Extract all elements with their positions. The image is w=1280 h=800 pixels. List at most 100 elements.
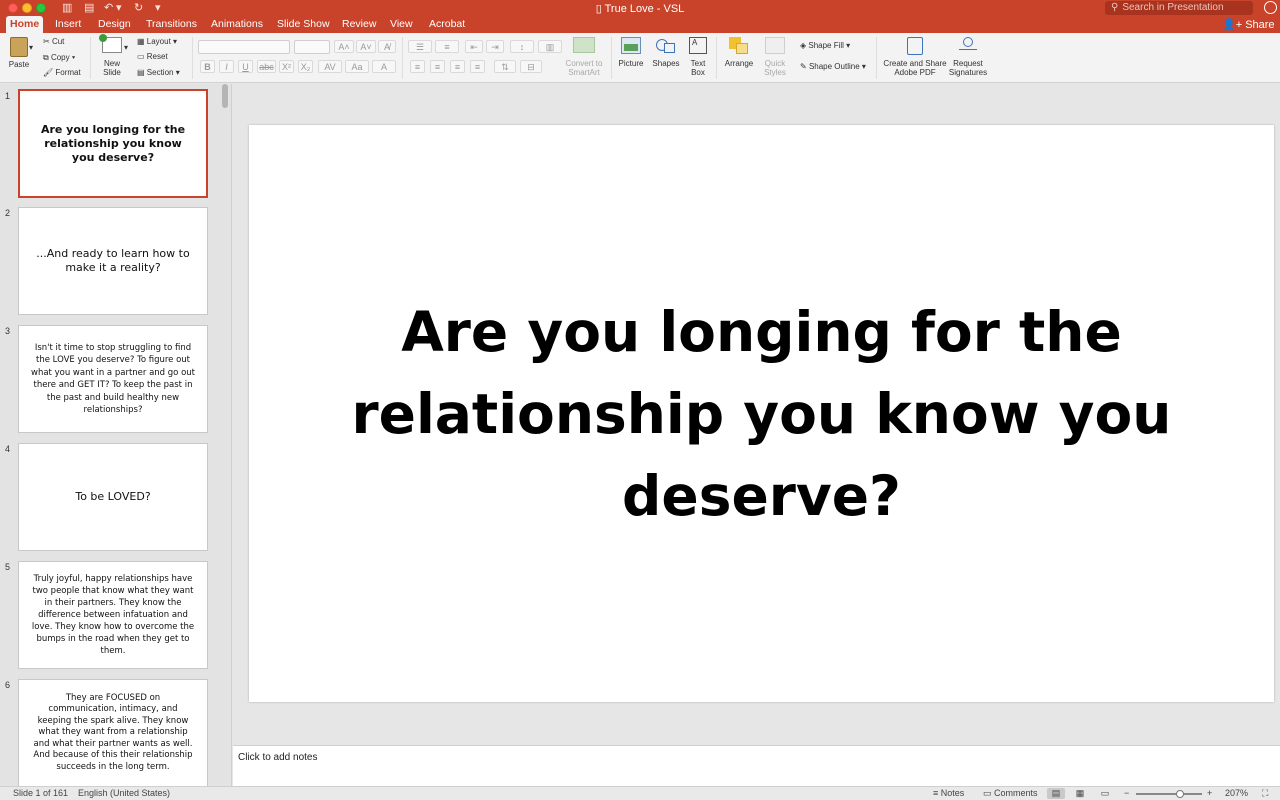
font-color-icon[interactable]: A bbox=[372, 60, 396, 73]
slide-thumbnail-pane[interactable]: 1 Are you longing for the relationship y… bbox=[0, 84, 232, 786]
zoom-slider-handle[interactable] bbox=[1176, 790, 1184, 798]
bullets-icon[interactable]: ☰ bbox=[408, 40, 432, 53]
align-text-icon[interactable]: ⊟ bbox=[520, 60, 542, 73]
copy-icon: ⧉ bbox=[43, 53, 51, 62]
paste-button[interactable]: Paste bbox=[6, 37, 32, 69]
fit-to-window-icon[interactable]: ⛶ bbox=[1262, 787, 1268, 800]
superscript-icon[interactable]: X² bbox=[279, 60, 294, 73]
create-share-pdf-button[interactable]: Create and Share Adobe PDF bbox=[882, 37, 948, 77]
window-title: True Love - VSL bbox=[604, 3, 685, 15]
ribbon-tabs: Home Insert Design Transitions Animation… bbox=[0, 16, 1280, 33]
quick-styles-button[interactable]: Quick Styles bbox=[760, 37, 790, 77]
text-box-label-1: Text bbox=[690, 59, 706, 68]
paintbrush-icon: 🖌 bbox=[43, 68, 56, 77]
strikethrough-icon[interactable]: abc bbox=[257, 60, 276, 73]
copy-button[interactable]: ⧉ Copy ▾ bbox=[43, 53, 75, 63]
reset-icon: ▭ bbox=[137, 52, 147, 61]
zoom-in-icon[interactable]: + bbox=[1207, 787, 1212, 800]
reading-view-icon[interactable]: ▭ bbox=[1096, 788, 1114, 799]
slide-title-text[interactable]: Are you longing for the relationship you… bbox=[352, 291, 1172, 537]
arrange-button[interactable]: Arrange bbox=[722, 37, 756, 68]
italic-icon[interactable]: I bbox=[219, 60, 234, 73]
notes-label: Notes bbox=[940, 788, 965, 798]
font-size-select[interactable] bbox=[294, 40, 330, 54]
request-signatures-button[interactable]: Request Signatures bbox=[948, 37, 988, 77]
font-name-select[interactable] bbox=[198, 40, 290, 54]
shape-fill-button[interactable]: ◈ Shape Fill ▾ bbox=[800, 41, 850, 51]
notes-toggle-button[interactable]: ≡ Notes bbox=[933, 787, 964, 800]
picture-icon bbox=[621, 37, 641, 54]
align-left-icon[interactable]: ≡ bbox=[410, 60, 425, 73]
subscript-icon[interactable]: X₂ bbox=[298, 60, 313, 73]
format-painter-button[interactable]: 🖌 Format bbox=[43, 68, 81, 78]
tab-animations[interactable]: Animations bbox=[207, 16, 267, 33]
clear-formatting-icon[interactable]: A̸ bbox=[378, 40, 396, 53]
slide-thumbnail-2[interactable]: ...And ready to learn how to make it a r… bbox=[18, 207, 208, 315]
slide-sorter-view-icon[interactable]: ▦ bbox=[1071, 788, 1089, 799]
cut-button[interactable]: ✂ Cut bbox=[43, 37, 64, 47]
search-icon: ⚲ bbox=[1111, 2, 1119, 13]
numbering-icon[interactable]: ≡ bbox=[435, 40, 459, 53]
bold-icon[interactable]: B bbox=[200, 60, 215, 73]
reset-label: Reset bbox=[146, 52, 168, 61]
tab-insert[interactable]: Insert bbox=[51, 16, 85, 33]
slide-thumbnail-1[interactable]: Are you longing for the relationship you… bbox=[18, 89, 208, 198]
new-slide-button[interactable]: New Slide bbox=[98, 34, 126, 77]
language-status[interactable]: English (United States) bbox=[78, 787, 170, 800]
slide-number: 4 bbox=[5, 444, 11, 454]
convert-smartart-button[interactable]: Convert to SmartArt bbox=[562, 37, 606, 77]
account-icon[interactable] bbox=[1264, 1, 1277, 14]
align-right-icon[interactable]: ≡ bbox=[450, 60, 465, 73]
change-case-icon[interactable]: Aa bbox=[345, 60, 369, 73]
line-spacing-icon[interactable]: ↕ bbox=[510, 40, 534, 53]
slide-thumbnail-3[interactable]: Isn't it time to stop struggling to find… bbox=[18, 325, 208, 433]
tab-transitions[interactable]: Transitions bbox=[142, 16, 201, 33]
section-button[interactable]: ▤ Section ▾ bbox=[137, 68, 180, 78]
tab-acrobat[interactable]: Acrobat bbox=[425, 16, 469, 33]
tab-review[interactable]: Review bbox=[338, 16, 380, 33]
slide-thumbnail-4[interactable]: To be LOVED? bbox=[18, 443, 208, 551]
ribbon-divider bbox=[402, 37, 403, 79]
slide-thumbnail-6[interactable]: They are FOCUSED on communication, intim… bbox=[18, 679, 208, 786]
reset-button[interactable]: ▭ Reset bbox=[137, 52, 168, 62]
ribbon-divider bbox=[876, 37, 877, 79]
current-slide[interactable]: Are you longing for the relationship you… bbox=[249, 125, 1274, 702]
shapes-button[interactable]: Shapes bbox=[650, 37, 682, 68]
search-input[interactable]: ⚲ Search in Presentation bbox=[1105, 1, 1253, 15]
thumbnail-text: They are FOCUSED on communication, intim… bbox=[33, 692, 193, 772]
zoom-out-icon[interactable]: − bbox=[1124, 787, 1129, 800]
thumbnail-scrollbar[interactable] bbox=[222, 84, 228, 108]
increase-indent-icon[interactable]: ⇥ bbox=[486, 40, 504, 53]
normal-view-icon[interactable]: ▤ bbox=[1047, 788, 1065, 799]
slide-number: 1 bbox=[5, 91, 11, 101]
columns-icon[interactable]: ▥ bbox=[538, 40, 562, 53]
tab-design[interactable]: Design bbox=[94, 16, 135, 33]
pdf-icon bbox=[907, 37, 923, 55]
character-spacing-icon[interactable]: AV bbox=[318, 60, 342, 73]
decrease-indent-icon[interactable]: ⇤ bbox=[465, 40, 483, 53]
tab-view[interactable]: View bbox=[386, 16, 417, 33]
paste-dropdown-icon[interactable]: ▾ bbox=[29, 43, 33, 53]
share-button[interactable]: 👤+ Share bbox=[1222, 18, 1275, 31]
quick-styles-label-2: Styles bbox=[764, 68, 786, 77]
shapes-icon bbox=[656, 37, 676, 54]
decrease-font-size-icon[interactable]: A˅ bbox=[356, 40, 376, 53]
justify-icon[interactable]: ≡ bbox=[470, 60, 485, 73]
notes-pane[interactable]: Click to add notes bbox=[233, 745, 1280, 786]
tab-home[interactable]: Home bbox=[6, 16, 44, 33]
text-direction-icon[interactable]: ⇅ bbox=[494, 60, 516, 73]
tab-slide-show[interactable]: Slide Show bbox=[273, 16, 334, 33]
increase-font-size-icon[interactable]: A˄ bbox=[334, 40, 354, 53]
text-box-button[interactable]: A Text Box bbox=[686, 37, 710, 77]
comments-toggle-button[interactable]: ▭ Comments bbox=[983, 787, 1038, 800]
underline-icon[interactable]: U bbox=[238, 60, 253, 73]
layout-button[interactable]: ▦ Layout ▾ bbox=[137, 37, 177, 47]
zoom-level[interactable]: 207% bbox=[1225, 787, 1248, 800]
shape-outline-button[interactable]: ✎ Shape Outline ▾ bbox=[800, 62, 866, 72]
align-center-icon[interactable]: ≡ bbox=[430, 60, 445, 73]
picture-button[interactable]: Picture bbox=[616, 37, 646, 68]
search-placeholder: Search in Presentation bbox=[1122, 2, 1224, 13]
slide-thumbnail-5[interactable]: Truly joyful, happy relationships have t… bbox=[18, 561, 208, 669]
new-slide-dropdown-icon[interactable]: ▾ bbox=[124, 43, 128, 53]
zoom-slider[interactable] bbox=[1136, 793, 1202, 795]
